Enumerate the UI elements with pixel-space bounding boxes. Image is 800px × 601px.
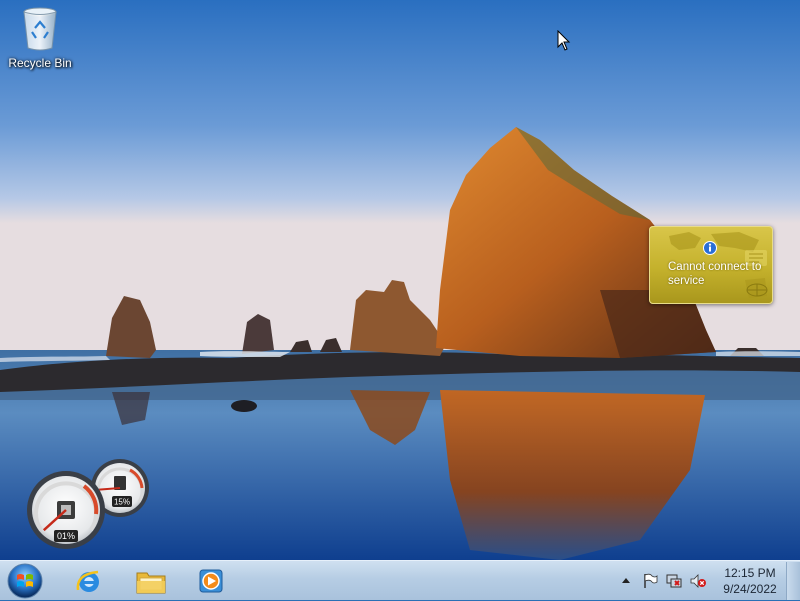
volume-muted-icon[interactable] — [690, 573, 706, 589]
taskbar: 12:15 PM 9/24/2022 — [0, 560, 800, 600]
recycle-bin-label: Recycle Bin — [8, 56, 72, 70]
cpu-meter-gadget[interactable]: 15% 01% — [26, 458, 152, 550]
taskbar-media-player[interactable] — [184, 563, 238, 599]
weather-gadget[interactable]: Cannot connect to service — [649, 226, 773, 304]
taskbar-clock[interactable]: 12:15 PM 9/24/2022 — [718, 565, 782, 597]
mouse-cursor-icon — [557, 30, 571, 51]
folder-icon — [136, 572, 166, 594]
recycle-bin-icon — [23, 7, 57, 51]
media-player-icon — [199, 569, 223, 593]
info-icon — [703, 241, 717, 255]
weather-error-message: Cannot connect to service — [668, 261, 762, 287]
taskbar-windows-explorer[interactable] — [124, 563, 178, 599]
desktop[interactable]: Recycle Bin Cannot connect to service 15… — [0, 0, 800, 560]
cpu-percent-label: 01% — [57, 531, 75, 541]
taskbar-internet-explorer[interactable] — [62, 563, 116, 599]
memory-percent-label: 15% — [114, 498, 130, 507]
network-icon[interactable] — [666, 573, 682, 589]
clock-time: 12:15 PM — [724, 566, 776, 580]
recycle-bin[interactable]: Recycle Bin — [4, 6, 76, 70]
cpu-dial: 01% — [27, 471, 105, 549]
action-center-flag-icon[interactable] — [642, 573, 658, 589]
show-desktop-button[interactable] — [786, 562, 800, 600]
start-button[interactable] — [6, 562, 44, 600]
show-hidden-icons-chevron[interactable] — [622, 577, 630, 583]
internet-explorer-icon — [76, 570, 99, 592]
clock-date: 9/24/2022 — [723, 582, 777, 596]
